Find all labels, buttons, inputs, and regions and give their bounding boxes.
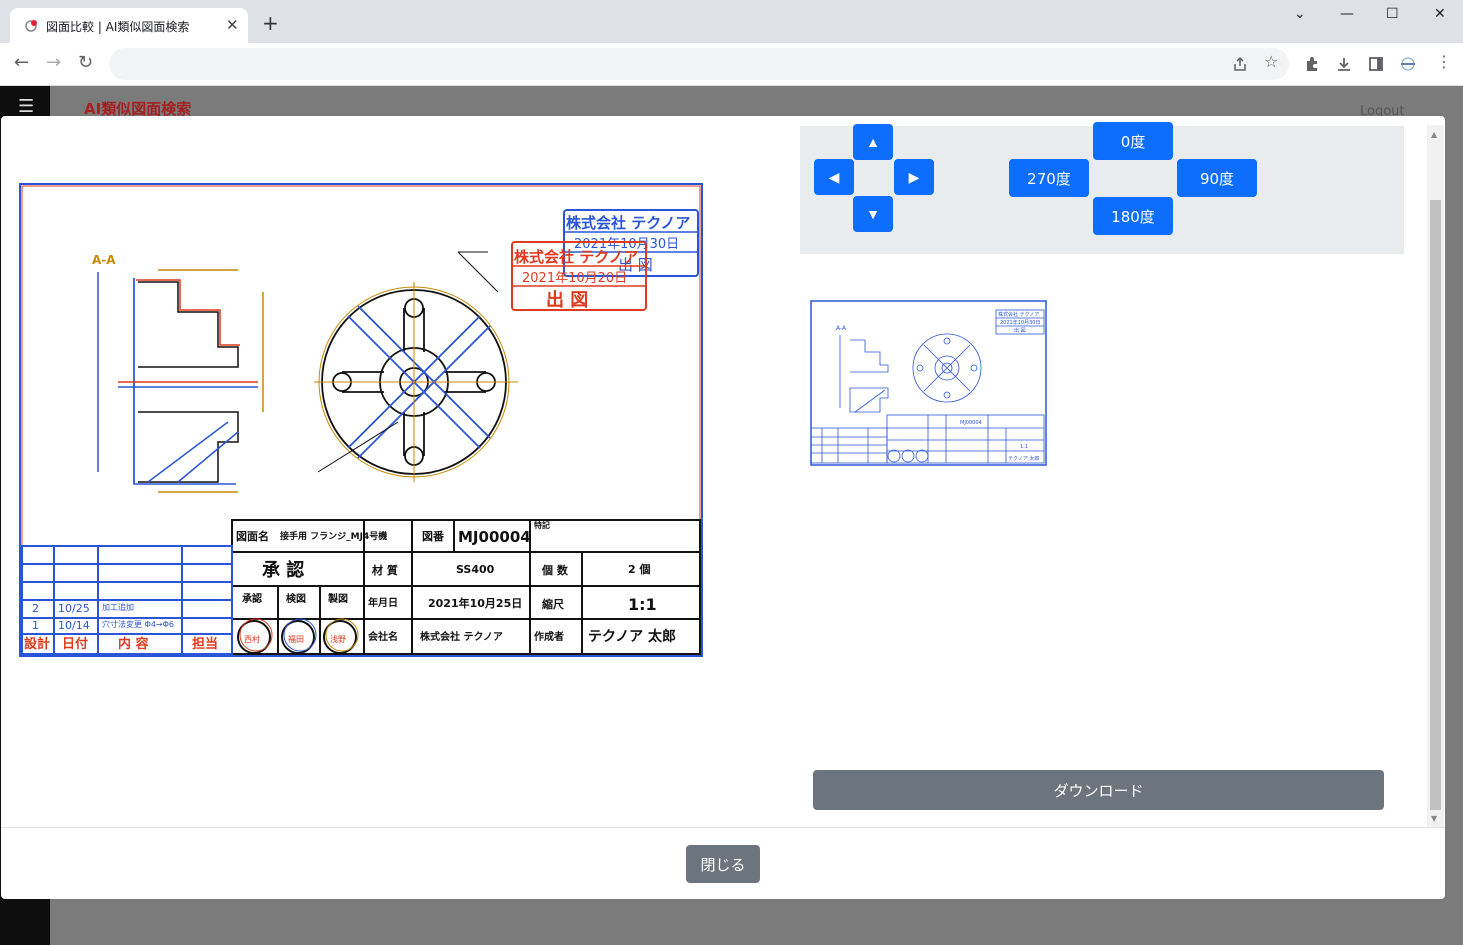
svg-text:出 図: 出 図 <box>1014 327 1026 334</box>
svg-text:2021年10月20日: 2021年10月20日 <box>522 271 627 286</box>
modal-footer: 閉じる <box>1 827 1445 899</box>
hamburger-icon: ☰ <box>18 96 35 117</box>
section-view <box>97 269 264 493</box>
close-button[interactable]: 閉じる <box>686 845 760 883</box>
svg-text:2021年10月25日: 2021年10月25日 <box>428 596 522 610</box>
svg-text:担当: 担当 <box>192 636 218 652</box>
new-tab-button[interactable]: + <box>262 13 279 33</box>
svg-text:検図: 検図 <box>286 592 306 605</box>
scrollbar-thumb[interactable] <box>1430 200 1441 810</box>
svg-text:株式会社 テクノア: 株式会社 テクノア <box>566 214 690 232</box>
download-icon[interactable] <box>1336 56 1352 72</box>
reload-icon[interactable]: ↻ <box>78 53 93 73</box>
tab-title: 図面比較 | AI類似図面検索 <box>46 20 190 34</box>
section-label: A-A <box>92 253 116 267</box>
svg-text:接手用 フランジ_MJ4号機: 接手用 フランジ_MJ4号機 <box>280 530 387 542</box>
svg-text:2: 2 <box>32 602 39 615</box>
close-window-icon[interactable]: ✕ <box>1434 6 1446 22</box>
move-left-button[interactable]: ◀ <box>814 159 854 195</box>
svg-text:2 個: 2 個 <box>628 562 650 576</box>
svg-text:テクノア 太郎: テクノア 太郎 <box>1008 455 1039 462</box>
svg-text:株式会社 テクノア: 株式会社 テクノア <box>514 248 638 266</box>
svg-text:MJ00004: MJ00004 <box>458 528 531 546</box>
svg-text:株式会社 テクノア: 株式会社 テクノア <box>420 630 503 643</box>
svg-text:10/14: 10/14 <box>58 619 90 632</box>
svg-text:作成者: 作成者 <box>534 630 564 643</box>
flange-front-view <box>314 251 518 482</box>
menu-kebab-icon[interactable]: ⋮ <box>1436 52 1452 71</box>
svg-text:穴寸法変更 Φ4→Φ6: 穴寸法変更 Φ4→Φ6 <box>102 619 174 629</box>
svg-text:1:1: 1:1 <box>1020 444 1028 450</box>
rotate-270-button[interactable]: 270度 <box>1009 159 1089 197</box>
svg-text:浅野: 浅野 <box>330 634 346 644</box>
minimize-icon[interactable]: — <box>1340 6 1354 22</box>
forward-icon[interactable]: → <box>46 53 61 73</box>
side-panel-icon[interactable] <box>1368 56 1384 72</box>
svg-text:年月日: 年月日 <box>368 596 398 609</box>
rotate-0-button[interactable]: 0度 <box>1093 122 1173 160</box>
svg-text:材 質: 材 質 <box>372 563 398 577</box>
svg-text:図番: 図番 <box>422 529 445 543</box>
download-button[interactable]: ダウンロード <box>813 770 1384 810</box>
svg-text:2021年10月30日: 2021年10月30日 <box>1000 319 1040 326</box>
address-bar[interactable] <box>109 48 1289 80</box>
tab-search-icon[interactable]: ⌄ <box>1294 6 1306 22</box>
bookmark-star-icon[interactable]: ☆ <box>1264 52 1278 71</box>
svg-text:日付: 日付 <box>62 636 88 652</box>
svg-text:内 容: 内 容 <box>118 636 149 652</box>
svg-text:MJ00004: MJ00004 <box>960 420 982 426</box>
browser-toolbar: ← → ↻ ☆ ⋮ <box>0 43 1463 86</box>
rotate-180-button[interactable]: 180度 <box>1093 197 1173 235</box>
svg-text:1: 1 <box>32 619 39 632</box>
svg-text:個 数: 個 数 <box>541 563 569 577</box>
scroll-down-icon[interactable]: ▼ <box>1431 814 1437 823</box>
svg-text:1:1: 1:1 <box>628 595 657 614</box>
scroll-up-icon[interactable]: ▲ <box>1431 130 1437 139</box>
overlay-drawing: A-A 株式会社 テクノア 2021年10月30日 出 図 株式会社 テクノア … <box>19 183 703 657</box>
svg-text:テクノア 太郎: テクノア 太郎 <box>588 628 676 645</box>
svg-text:承 認: 承 認 <box>262 559 304 581</box>
svg-text:株式会社 テクノア: 株式会社 テクノア <box>998 311 1039 318</box>
browser-tab-bar: 図面比較 | AI類似図面検索 ✕ + ⌄ — ☐ ✕ <box>0 0 1463 43</box>
svg-text:福田: 福田 <box>288 635 304 644</box>
move-right-button[interactable]: ▶ <box>894 159 934 195</box>
svg-text:特記: 特記 <box>534 520 550 530</box>
thumbnail-drawing[interactable]: A-A 株式会社 テクノア 2021年10月30日 出 図 MJ00004 1:… <box>810 300 1047 466</box>
browser-tab[interactable]: 図面比較 | AI類似図面検索 ✕ <box>10 8 248 43</box>
rotate-90-button[interactable]: 90度 <box>1177 159 1257 197</box>
extensions-icon[interactable] <box>1304 56 1320 72</box>
favicon-icon <box>25 20 37 32</box>
maximize-icon[interactable]: ☐ <box>1386 6 1399 22</box>
svg-text:出 図: 出 図 <box>546 289 588 311</box>
move-down-button[interactable]: ▼ <box>853 196 893 232</box>
tab-close-icon[interactable]: ✕ <box>226 16 239 34</box>
svg-text:承認: 承認 <box>242 592 262 605</box>
svg-text:SS400: SS400 <box>456 563 495 576</box>
svg-text:図面名: 図面名 <box>236 529 269 543</box>
svg-text:加工追加: 加工追加 <box>102 602 134 612</box>
svg-text:縮尺: 縮尺 <box>542 597 564 611</box>
back-icon[interactable]: ← <box>14 53 29 73</box>
svg-text:製図: 製図 <box>327 592 348 605</box>
svg-text:A-A: A-A <box>836 325 847 332</box>
share-icon[interactable] <box>1232 56 1248 72</box>
svg-text:西村: 西村 <box>244 634 260 644</box>
svg-text:会社名: 会社名 <box>368 630 398 643</box>
svg-text:設計: 設計 <box>24 636 50 652</box>
red-stamp: 株式会社 テクノア 2021年10月20日 出 図 <box>511 241 647 311</box>
profile-avatar-icon[interactable] <box>1397 56 1419 72</box>
move-up-button[interactable]: ▲ <box>853 124 893 160</box>
svg-text:10/25: 10/25 <box>58 602 90 615</box>
